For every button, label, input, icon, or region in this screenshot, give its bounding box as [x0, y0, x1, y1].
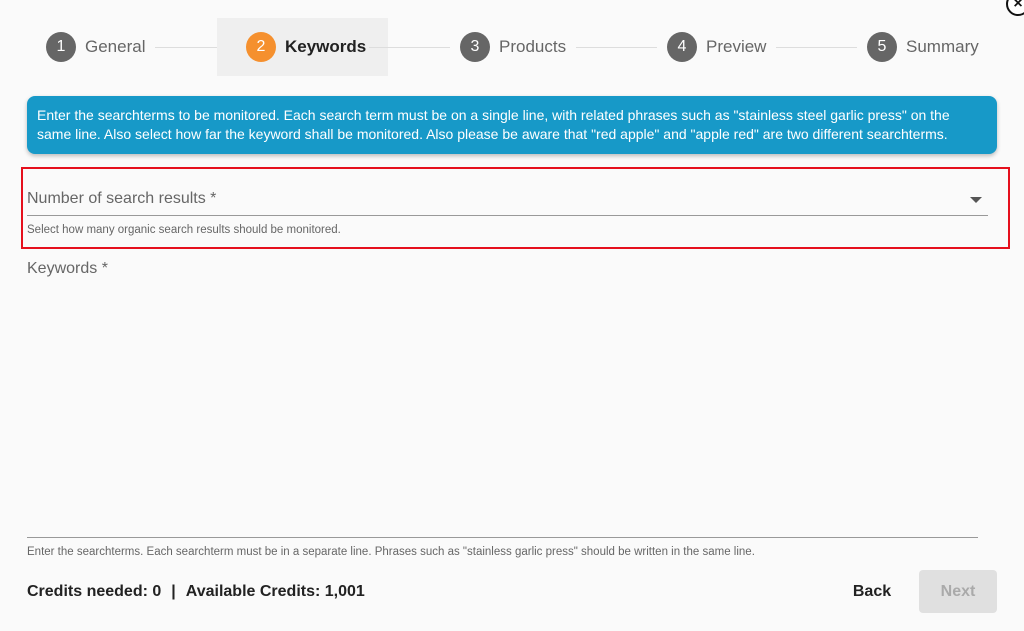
credits-info: Credits needed: 0 | Available Credits: 1,0… [27, 583, 365, 601]
stepper: 1 General 2 Keywords 3 Products 4 Previe… [0, 18, 1024, 76]
close-icon[interactable]: × [1006, 0, 1024, 16]
step-keywords[interactable]: 2 Keywords [217, 18, 388, 76]
step-products[interactable]: 3 Products [460, 18, 566, 76]
step-connector [369, 47, 450, 48]
keywords-label: Keywords * [27, 260, 108, 277]
step-number: 4 [667, 32, 697, 62]
info-banner: Enter the searchterms to be monitored. E… [27, 96, 997, 154]
available-credits: Available Credits: 1,001 [185, 583, 365, 600]
step-number: 3 [460, 32, 490, 62]
step-number: 2 [246, 32, 276, 62]
step-label: Preview [706, 37, 767, 56]
keywords-help: Enter the searchterms. Each searchterm m… [27, 546, 755, 558]
step-label: Products [499, 37, 567, 56]
keywords-input[interactable] [27, 282, 978, 538]
step-label: General [85, 37, 146, 56]
step-connector [776, 47, 857, 48]
step-general[interactable]: 1 General [46, 18, 145, 76]
search-results-help: Select how many organic search results s… [27, 224, 341, 236]
back-button[interactable]: Back [838, 571, 906, 613]
step-label: Keywords [285, 37, 367, 56]
credits-separator: | [171, 583, 176, 600]
credits-needed: Credits needed: 0 [27, 583, 162, 600]
step-summary[interactable]: 5 Summary [867, 18, 979, 76]
search-results-select[interactable]: Number of search results * [27, 182, 988, 216]
step-label: Summary [906, 37, 979, 56]
step-number: 1 [46, 32, 76, 62]
step-number: 5 [867, 32, 897, 62]
next-button[interactable]: Next [919, 570, 997, 613]
chevron-down-icon[interactable] [970, 197, 982, 203]
step-preview[interactable]: 4 Preview [667, 18, 766, 76]
search-results-label: Number of search results * [27, 190, 217, 207]
step-connector [576, 47, 657, 48]
